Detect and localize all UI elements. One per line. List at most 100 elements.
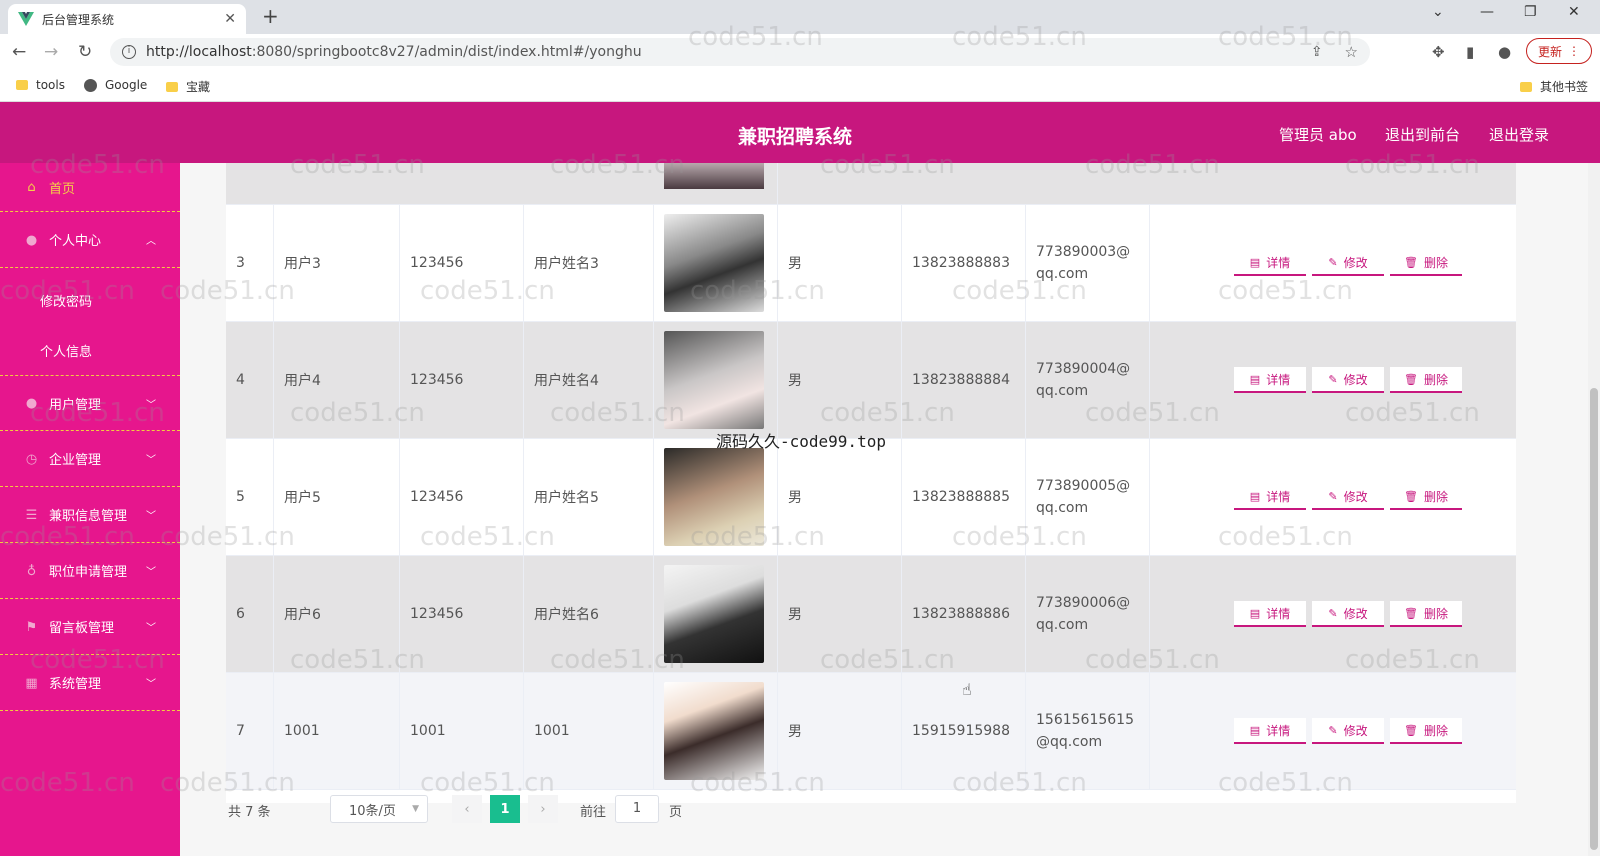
table-row: 4 用户4 123456 用户姓名4 男 13823888884 773890004@qq.… xyxy=(226,322,1516,439)
scrollbar[interactable] xyxy=(1588,163,1600,856)
email-text: 773890006@qq.com xyxy=(1036,595,1131,633)
browser-tab[interactable]: 后台管理系统 ✕ xyxy=(8,4,246,34)
delete-button[interactable]: 🗑 删除 xyxy=(1390,601,1462,627)
cell-gender: 男 xyxy=(778,439,902,555)
avatar xyxy=(664,448,764,546)
sidebar-item-applications[interactable]: ♁ 职位申请管理 ﹀ xyxy=(0,543,180,599)
sidebar-item-users[interactable]: ● 用户管理 ﹀ xyxy=(0,375,180,431)
edit-button[interactable]: ✎ 修改 xyxy=(1312,367,1384,393)
cell-account: 1001 xyxy=(274,673,400,789)
goto-label: 前往 xyxy=(580,805,607,820)
tab-search-chevron-icon[interactable]: ⌄ xyxy=(1432,4,1444,20)
delete-button[interactable]: 🗑 删除 xyxy=(1390,718,1462,744)
edit-button[interactable]: ✎ 修改 xyxy=(1312,250,1384,276)
next-page-button[interactable]: › xyxy=(528,795,558,823)
goto-page-input[interactable]: 1 xyxy=(615,795,659,823)
center-watermark: 源码久久-code99.top xyxy=(716,432,886,451)
delete-button[interactable]: 🗑 删除 xyxy=(1390,250,1462,276)
page-1-button[interactable]: 1 xyxy=(490,795,520,823)
sidebar-item-parttime[interactable]: ☰ 兼职信息管理 ﹀ xyxy=(0,487,180,543)
bookmark-tools[interactable]: tools xyxy=(16,78,65,92)
delete-button[interactable]: 🗑 删除 xyxy=(1390,367,1462,393)
edit-button[interactable]: ✎ 修改 xyxy=(1312,601,1384,627)
delete-button[interactable]: 🗑 删除 xyxy=(1390,484,1462,510)
edit-button[interactable]: ✎ 修改 xyxy=(1312,484,1384,510)
button-label: 修改 xyxy=(1343,723,1368,738)
bookmark-google[interactable]: Google xyxy=(84,78,147,92)
grid-icon: ▦ xyxy=(25,675,38,691)
trash-icon: 🗑 xyxy=(1404,255,1418,269)
cell-name: 1001 xyxy=(524,673,654,789)
user-icon: ● xyxy=(25,232,38,248)
sidebar-item-messages[interactable]: ⚑ 留言板管理 ﹀ xyxy=(0,599,180,655)
detail-button[interactable]: ▤ 详情 xyxy=(1234,250,1306,276)
detail-button[interactable]: ▤ 详情 xyxy=(1234,367,1306,393)
chevron-down-icon: ▼ xyxy=(412,804,419,814)
detail-button[interactable]: ▤ 详情 xyxy=(1234,718,1306,744)
cell-name: 用户姓名5 xyxy=(524,439,654,555)
share-icon[interactable]: ⇪ xyxy=(1311,44,1323,60)
edit-button[interactable]: ✎ 修改 xyxy=(1312,718,1384,744)
flag-icon: ⚑ xyxy=(25,619,38,635)
avatar xyxy=(664,565,764,663)
button-label: 修改 xyxy=(1343,489,1368,504)
cell-avatar xyxy=(654,439,778,555)
bookmarks-bar: tools Google 宝藏 其他书签 xyxy=(0,70,1600,102)
extensions-icon[interactable]: ✥ xyxy=(1432,43,1445,61)
sidebar-item-home[interactable]: ⌂ 首页 xyxy=(0,163,180,212)
minimize-icon[interactable]: — xyxy=(1480,4,1494,20)
cell-account: 用户4 xyxy=(274,322,400,438)
sidebar-item-personal[interactable]: ● 个人中心 ︿ xyxy=(0,212,180,268)
bookmark-star-icon[interactable]: ☆ xyxy=(1345,43,1358,61)
tab-close-icon[interactable]: ✕ xyxy=(224,11,236,27)
chevron-up-icon: ︿ xyxy=(146,236,156,247)
site-info-icon[interactable]: i xyxy=(122,45,136,59)
mouse-cursor-icon: ☝ xyxy=(962,680,972,699)
prev-page-button[interactable]: ‹ xyxy=(452,795,482,823)
cell-email: 15615615615@qq.com xyxy=(1026,673,1150,789)
sidebar-sub-personal-info[interactable]: 个人信息 xyxy=(0,325,180,375)
cell-name: 用户姓名6 xyxy=(524,556,654,672)
button-label: 修改 xyxy=(1343,255,1368,270)
app-header: 兼职招聘系统 管理员 abo 退出到前台 退出登录 xyxy=(0,102,1600,163)
address-bar[interactable]: i http://localhost:8080/springbootc8v27/… xyxy=(110,38,1370,66)
reload-icon[interactable]: ↻ xyxy=(78,42,92,62)
cell-email: 773890005@qq.com xyxy=(1026,439,1150,555)
button-label: 详情 xyxy=(1266,723,1291,738)
pagination: 共 7 条 10条/页 ▼ ‹ 1 › 前往 1 页 xyxy=(226,789,1516,829)
document-icon: ▤ xyxy=(1249,255,1261,269)
chevron-down-icon: ﹀ xyxy=(146,567,156,578)
update-label: 更新 xyxy=(1537,44,1562,59)
pencil-icon: ✎ xyxy=(1328,372,1338,386)
side-panel-icon[interactable]: ▮ xyxy=(1466,43,1474,61)
home-icon: ⌂ xyxy=(27,180,36,195)
sidebar-item-system[interactable]: ▦ 系统管理 ﹀ xyxy=(0,655,180,711)
button-label: 修改 xyxy=(1343,372,1368,387)
button-label: 删除 xyxy=(1423,489,1448,504)
cell-password: 123456 xyxy=(400,322,524,438)
forward-icon[interactable]: → xyxy=(44,42,58,62)
button-label: 删除 xyxy=(1423,606,1448,621)
page-unit: 页 xyxy=(669,805,683,820)
detail-button[interactable]: ▤ 详情 xyxy=(1234,484,1306,510)
other-bookmarks[interactable]: 其他书签 xyxy=(1520,78,1588,95)
sidebar-sub-change-password[interactable]: 修改密码 xyxy=(0,275,180,325)
logout-link[interactable]: 退出登录 xyxy=(1489,124,1549,145)
cell-no: 3 xyxy=(226,205,274,321)
page-size-select[interactable]: 10条/页 ▼ xyxy=(330,795,428,823)
sidebar-item-company[interactable]: ◷ 企业管理 ﹀ xyxy=(0,431,180,487)
cell-gender: 男 xyxy=(778,205,902,321)
window-close-icon[interactable]: ✕ xyxy=(1568,4,1580,20)
user-table: 3 用户3 123456 用户姓名3 男 13823888883 773890003@qq.… xyxy=(226,163,1516,803)
restore-icon[interactable]: ❐ xyxy=(1524,4,1537,20)
detail-button[interactable]: ▤ 详情 xyxy=(1234,601,1306,627)
update-button[interactable]: 更新 ⋮ xyxy=(1526,38,1592,64)
bookmark-treasure[interactable]: 宝藏 xyxy=(166,78,210,95)
back-icon[interactable]: ← xyxy=(12,42,26,62)
new-tab-button[interactable]: + xyxy=(262,4,279,28)
scrollbar-thumb[interactable] xyxy=(1590,388,1598,850)
profile-icon[interactable]: ● xyxy=(1498,43,1511,61)
table-row xyxy=(226,163,1516,205)
to-front-link[interactable]: 退出到前台 xyxy=(1385,124,1460,145)
cell-password: 123456 xyxy=(400,556,524,672)
